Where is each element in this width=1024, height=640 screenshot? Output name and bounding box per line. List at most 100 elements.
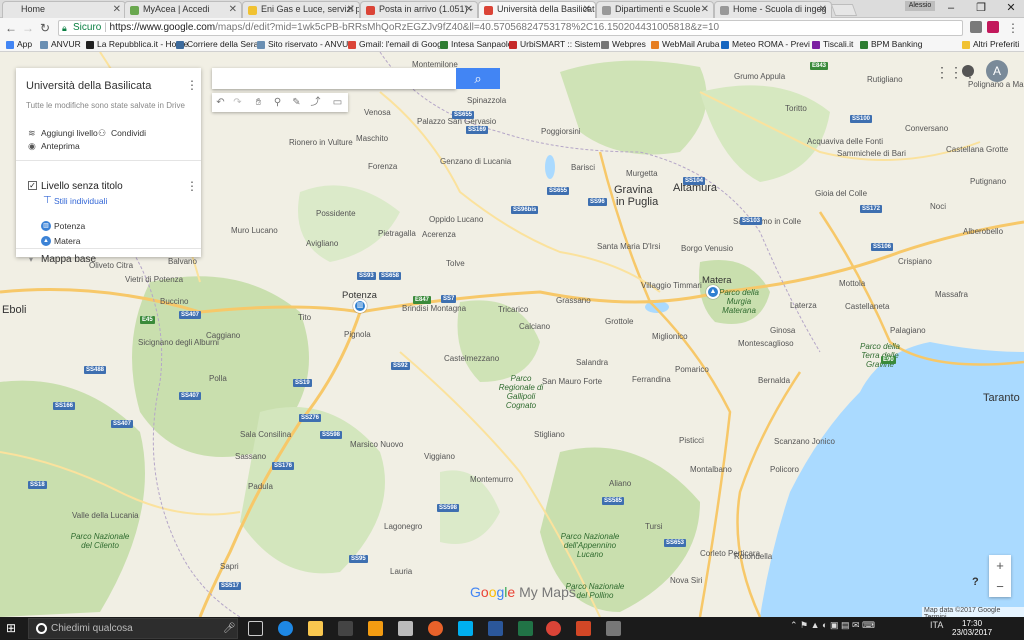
menu-icon[interactable]: ⋮ — [1005, 20, 1021, 36]
layer-title[interactable]: Livello senza titolo — [41, 181, 123, 192]
tab-eni[interactable]: Eni Gas e Luce, servizi pe ✕ — [242, 1, 360, 18]
close-tab-icon[interactable]: ✕ — [229, 2, 237, 17]
zoom-out-button[interactable]: − — [989, 576, 1011, 597]
firefox-icon[interactable] — [428, 621, 443, 636]
marker-icon[interactable]: ⚲ — [269, 93, 286, 112]
redo-icon[interactable]: ↷ — [229, 93, 246, 112]
draw-line-icon[interactable]: ✎ — [288, 93, 305, 112]
bookmark-item[interactable]: Tiscali.it — [812, 38, 853, 51]
place-label: Policoro — [770, 465, 799, 474]
tab-mymaps[interactable]: Università della Basilicata ✕ — [478, 1, 596, 18]
map-title[interactable]: Università della Basilicata — [26, 80, 151, 92]
new-tab-button[interactable] — [830, 4, 858, 16]
chevron-down-icon[interactable]: ▾ — [29, 255, 33, 264]
windows-start-icon[interactable]: ⊞ — [6, 621, 20, 635]
close-tab-icon[interactable]: ✕ — [819, 2, 827, 17]
address-bar[interactable]: 🔒︎ Sicuro | https://www.google.com/maps/… — [58, 20, 963, 36]
place-label: Grumo Appula — [734, 72, 786, 81]
bookmark-item[interactable]: Corriere della Sera — [176, 38, 258, 51]
tab-home[interactable]: Home ✕ — [2, 1, 126, 18]
maximize-button[interactable]: ❐ — [966, 0, 996, 17]
place-label: Grassano — [556, 296, 591, 305]
layer-item-potenza[interactable]: Potenza — [54, 221, 85, 231]
undo-icon[interactable]: ↶ — [212, 93, 229, 112]
place-label: Lagonegro — [384, 522, 423, 531]
place-label: Venosa — [364, 108, 391, 117]
map-canvas[interactable]: Montemilone Spinazzola Venosa Palazzo Sa… — [0, 52, 1024, 617]
bookmark-item[interactable]: Sito riservato - ANVU — [257, 38, 348, 51]
other-bookmarks[interactable]: Altri Preferiti — [962, 38, 1019, 51]
bookmark-item[interactable]: Gmail: l'email di Goog — [348, 38, 442, 51]
bookmark-item[interactable]: Intesa Sanpaolo — [440, 38, 512, 51]
bookmark-item[interactable]: Meteo ROMA - Previ — [721, 38, 810, 51]
tab-gmail[interactable]: Posta in arrivo (1.051) - ✕ — [360, 1, 478, 18]
file-explorer-icon[interactable] — [308, 621, 323, 636]
more-options-icon[interactable]: ⋮ — [186, 78, 198, 92]
directions-icon[interactable]: ⤴ — [307, 93, 324, 112]
word-icon[interactable] — [488, 621, 503, 636]
preview-button[interactable]: ◉ Anteprima — [28, 141, 80, 151]
app-icon[interactable] — [398, 621, 413, 636]
chrome-icon[interactable] — [546, 621, 561, 636]
microphone-icon[interactable]: 🎤︎ — [223, 619, 236, 638]
search-button[interactable]: ⌕ — [456, 68, 500, 89]
powerpoint-icon[interactable] — [576, 621, 591, 636]
help-button[interactable]: ? — [972, 576, 979, 588]
bookmark-item[interactable]: App — [6, 38, 32, 51]
marker-potenza[interactable]: ▥ — [353, 299, 367, 313]
bookmark-item[interactable]: UrbiSMART :: Sistem — [509, 38, 600, 51]
forward-button[interactable]: → — [20, 20, 36, 36]
bookmark-item[interactable]: WebMail Aruba — [651, 38, 719, 51]
minimize-button[interactable]: – — [936, 0, 966, 17]
add-person-icon: ⚇ — [98, 128, 107, 138]
road-shield: E45 — [140, 316, 155, 324]
avatar[interactable]: A — [986, 60, 1008, 82]
bookmark-item[interactable]: BPM Banking — [860, 38, 923, 51]
close-tab-icon[interactable]: ✕ — [583, 2, 591, 17]
tab-myacea[interactable]: MyAcea | Accedi ✕ — [124, 1, 242, 18]
place-label: Brindisi Montagna — [402, 304, 467, 313]
skype-icon[interactable] — [458, 621, 473, 636]
excel-icon[interactable] — [518, 621, 533, 636]
reload-button[interactable]: ↻ — [37, 20, 53, 36]
tab-scuola[interactable]: Home - Scuola di ingeg ✕ — [714, 1, 832, 18]
share-button[interactable]: ⚇ Condividi — [98, 128, 146, 138]
marker-matera[interactable]: ▲ — [706, 285, 720, 299]
bookmark-item[interactable]: La Repubblica.it - Home — [86, 38, 188, 51]
place-label: Massafra — [935, 290, 968, 299]
app-icon[interactable] — [606, 621, 621, 636]
layer-checkbox[interactable]: ✓ — [28, 181, 37, 190]
add-layer-button[interactable]: ≋ Aggiungi livello — [28, 128, 98, 138]
close-window-button[interactable]: ✕ — [996, 0, 1024, 17]
taskbar-search[interactable]: Chiedimi qualcosa 🎤︎ — [28, 618, 238, 639]
edge-icon[interactable] — [278, 621, 293, 636]
layer-style-link[interactable]: Stili individuali — [54, 196, 107, 206]
extension-icon[interactable] — [987, 21, 999, 33]
layer-options-icon[interactable]: ⋮ — [186, 179, 198, 193]
store-icon[interactable] — [338, 621, 353, 636]
clock[interactable]: 17:30 23/03/2017 — [952, 619, 992, 637]
search-input[interactable] — [212, 68, 456, 89]
close-tab-icon[interactable]: ✕ — [113, 2, 121, 17]
language-indicator[interactable]: ITA — [930, 620, 943, 630]
bookmark-item[interactable]: ANVUR — [40, 38, 81, 51]
hand-icon[interactable]: ✋︎ — [250, 93, 267, 112]
profile-label[interactable]: Alessio — [905, 1, 935, 11]
task-view-icon[interactable] — [248, 621, 263, 636]
close-tab-icon[interactable]: ✕ — [347, 2, 355, 17]
back-button[interactable]: ← — [3, 20, 19, 36]
tray-icons[interactable]: ⌃ ⚑ ▲ ◐ ▣ ▤ ✉ ⌨ — [790, 620, 875, 631]
zoom-in-button[interactable]: + — [989, 555, 1011, 576]
ruler-icon[interactable]: ▭ — [329, 93, 346, 112]
bookmark-item[interactable]: Webpres — [601, 38, 646, 51]
notifications-icon[interactable] — [962, 65, 974, 77]
extension-icon[interactable] — [970, 21, 982, 33]
close-tab-icon[interactable]: ✕ — [465, 2, 473, 17]
map-attribution[interactable]: Map data ©2017 Google Termini — [922, 607, 1024, 617]
road-shield: SS100 — [850, 115, 873, 123]
close-tab-icon[interactable]: ✕ — [701, 2, 709, 17]
tab-dipartimenti[interactable]: Dipartimenti e Scuole - ✕ — [596, 1, 714, 18]
app-icon[interactable] — [368, 621, 383, 636]
base-map-toggle[interactable]: Mappa base — [41, 254, 96, 265]
layer-item-matera[interactable]: Matera — [54, 236, 80, 246]
